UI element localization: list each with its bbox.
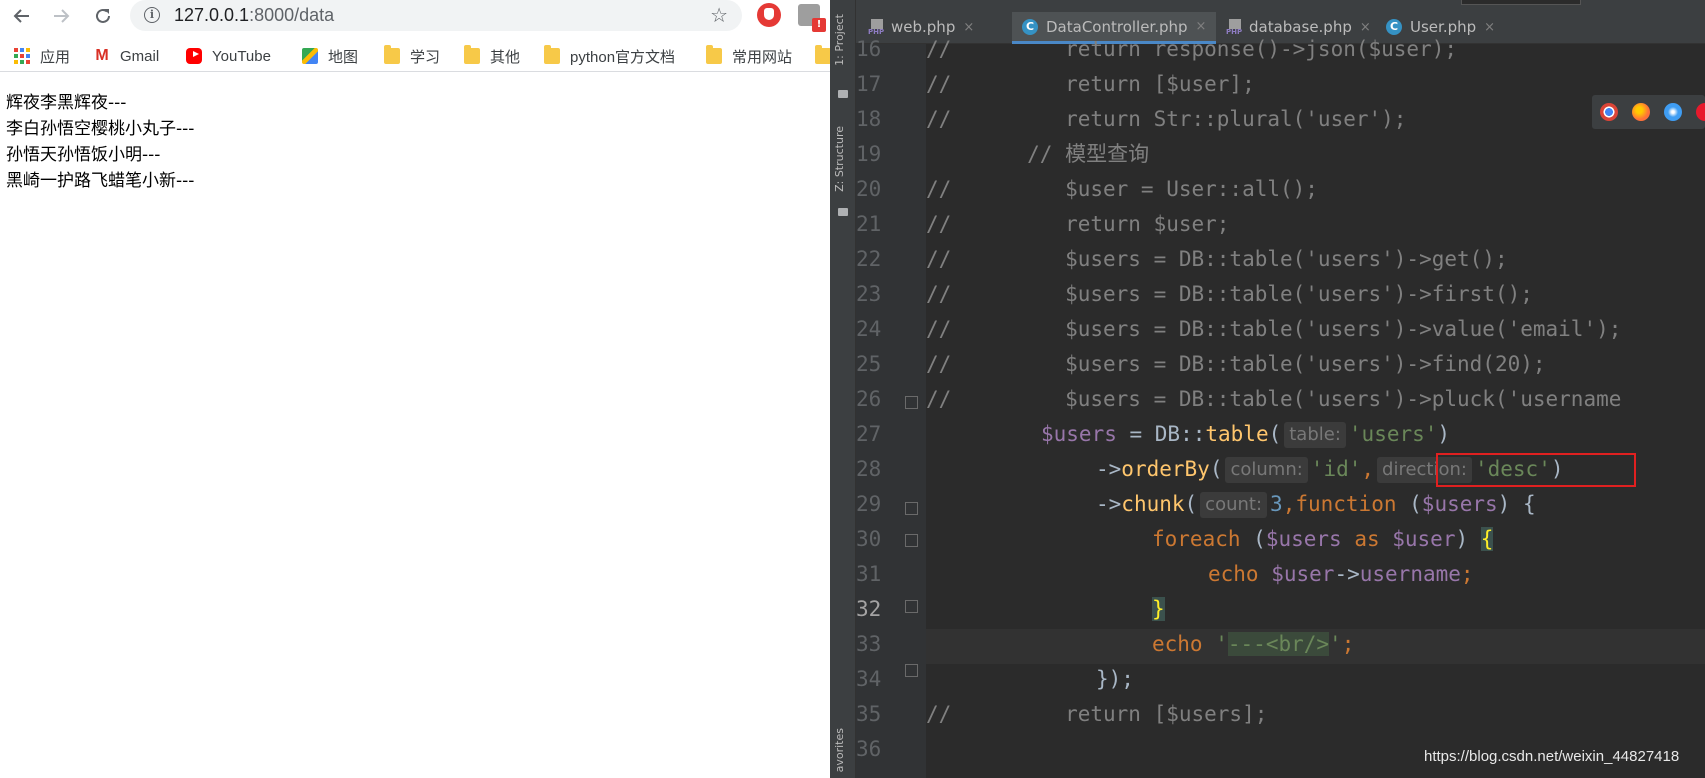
back-arrow-icon xyxy=(13,9,29,23)
code-line: 16// return response()->json($user); xyxy=(856,37,1458,61)
bookmark-label: 常用网站 xyxy=(732,48,793,66)
watermark: https://blog.csdn.net/weixin_44827418 xyxy=(1424,748,1680,765)
bookmark-label: Gmail xyxy=(120,47,160,65)
back-button[interactable] xyxy=(8,2,36,30)
bookmark-gmail[interactable]: M Gmail xyxy=(94,45,159,67)
extension-icon[interactable]: ! xyxy=(798,4,826,32)
bookmark-label: python官方文档 xyxy=(570,48,676,66)
bookmark-maps[interactable]: 地图 xyxy=(302,45,358,67)
youtube-icon xyxy=(186,48,202,64)
code-line: 29 ->chunk(count: 3,function ($users) { xyxy=(856,492,1536,518)
project-folder-icon xyxy=(838,90,848,98)
browser-toolbar: i 127.0.0.1:8000/data ☆ ! xyxy=(0,0,830,32)
open-in-browser-popup xyxy=(1592,95,1705,129)
bookmark-folder-study[interactable]: 学习 xyxy=(384,45,440,67)
browser-window: i 127.0.0.1:8000/data ☆ ! 应用 M Gmail You… xyxy=(0,0,830,778)
output-line: 黑崎一护路飞蜡笔小新--- xyxy=(6,171,195,191)
code-line: 26// $users = DB::table('users')->pluck(… xyxy=(856,387,1622,411)
param-hint: table: xyxy=(1284,422,1346,448)
project-tool-tab[interactable]: 1: Project xyxy=(833,14,846,66)
apps-grid-icon xyxy=(14,48,30,64)
folder-icon xyxy=(464,45,480,64)
code-line: 28 ->orderBy(column:'id', direction:'desc'… xyxy=(856,457,1564,483)
safari-icon[interactable] xyxy=(1664,103,1682,121)
url-host: 127.0.0.1 xyxy=(174,5,250,25)
code-line: 23// $users = DB::table('users')->first(… xyxy=(856,282,1533,306)
param-hint: direction: xyxy=(1377,457,1472,483)
folder-icon xyxy=(706,45,722,64)
code-line: 32} xyxy=(856,597,1165,621)
maps-icon xyxy=(302,48,318,64)
bookmark-star-icon[interactable]: ☆ xyxy=(710,3,728,27)
bookmark-label: 其他 xyxy=(490,48,521,66)
param-hint: column: xyxy=(1225,457,1308,483)
folder-icon xyxy=(815,45,830,64)
opera-icon[interactable] xyxy=(1696,103,1705,121)
tool-window-bar: 1: Project Z: Structure avorites xyxy=(830,0,856,778)
code-line: 18// return Str::plural('user'); xyxy=(856,107,1407,131)
code-line: 22// $users = DB::table('users')->get(); xyxy=(856,247,1508,271)
bookmark-youtube[interactable]: YouTube xyxy=(186,45,271,67)
param-hint: count: xyxy=(1200,492,1268,518)
reload-button[interactable] xyxy=(89,2,117,30)
code-line: 30 foreach ($users as $user) { xyxy=(856,527,1494,551)
folder-icon xyxy=(384,45,400,64)
ide-window: 1: Project Z: Structure avorites PHP web… xyxy=(830,0,1705,778)
code-line: 35// return [$users]; xyxy=(856,702,1268,726)
forward-arrow-icon xyxy=(54,9,70,23)
reload-icon xyxy=(96,8,110,23)
output-line: 辉夜李黑辉夜--- xyxy=(6,93,127,113)
code-line: 25// $users = DB::table('users')->find(2… xyxy=(856,352,1546,376)
forward-button[interactable] xyxy=(47,2,75,30)
structure-tool-tab[interactable]: Z: Structure xyxy=(833,126,846,192)
code-line: 19 // 模型查询 xyxy=(856,142,1150,166)
code-line: 34}); xyxy=(856,667,1134,691)
bookmark-label: 应用 xyxy=(40,48,71,66)
folder-icon xyxy=(544,45,560,64)
bookmark-folder-overflow[interactable] xyxy=(815,45,830,67)
code-line: 24// $users = DB::table('users')->value(… xyxy=(856,317,1622,341)
gmail-icon: M xyxy=(95,47,109,64)
address-bar[interactable]: i 127.0.0.1:8000/data ☆ xyxy=(130,0,742,31)
url-text[interactable]: 127.0.0.1:8000/data xyxy=(174,5,334,26)
url-path: :8000/data xyxy=(249,5,335,25)
code-line: 17// return [$user]; xyxy=(856,72,1255,96)
bookmark-label: 学习 xyxy=(410,48,441,66)
adblock-extension-icon[interactable] xyxy=(757,3,781,27)
code-line: 31 echo $user->username; xyxy=(856,562,1474,586)
site-info-icon[interactable]: i xyxy=(144,7,160,23)
structure-icon xyxy=(838,208,848,216)
code-line: 33 echo '---<br/>'; xyxy=(856,632,1355,656)
code-editor[interactable]: 16// return response()->json($user); 17/… xyxy=(856,37,1705,778)
bookmark-label: 地图 xyxy=(328,48,359,66)
bookmark-folder-python-docs[interactable]: python官方文档 xyxy=(544,45,675,67)
code-line: 20// $user = User::all(); xyxy=(856,177,1318,201)
code-line: 27 $users = DB::table(table:'users') xyxy=(856,422,1451,448)
extension-badge: ! xyxy=(812,18,826,32)
bookmark-folder-common-sites[interactable]: 常用网站 xyxy=(706,45,792,67)
bookmark-folder-other[interactable]: 其他 xyxy=(464,45,520,67)
bookmarks-bar: 应用 M Gmail YouTube 地图 学习 其他 python官方文档 常 xyxy=(0,38,830,72)
firefox-icon[interactable] xyxy=(1632,103,1650,121)
bookmark-apps[interactable]: 应用 xyxy=(14,45,70,67)
favorites-tool-tab[interactable]: avorites xyxy=(833,728,846,772)
page-body: 辉夜李黑辉夜--- 李白孙悟空樱桃小丸子--- 孙悟天孙悟饭小明--- 黑崎一护… xyxy=(6,90,194,194)
bookmark-label: YouTube xyxy=(212,47,271,65)
code-line: 21// return $user; xyxy=(856,212,1230,236)
output-line: 孙悟天孙悟饭小明--- xyxy=(6,145,161,165)
chrome-icon[interactable] xyxy=(1600,103,1618,121)
output-line: 李白孙悟空樱桃小丸子--- xyxy=(6,119,195,139)
